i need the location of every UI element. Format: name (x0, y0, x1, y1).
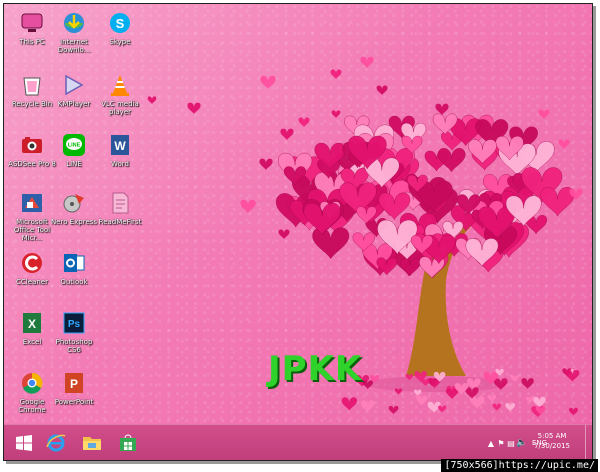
desktop-icon-line[interactable]: LINE LINE (48, 132, 100, 188)
recycle-bin-icon (19, 72, 45, 98)
word-icon: W (107, 132, 133, 158)
line-icon: LINE (61, 132, 87, 158)
volume-speaker-icon[interactable]: 🔈 (516, 438, 528, 448)
readme-icon (107, 190, 133, 216)
powerpoint-icon: P (61, 370, 87, 396)
photoshop-icon: Ps (61, 310, 87, 336)
clock[interactable]: 5:05 AM 7/30/2015 (534, 431, 570, 451)
desktop[interactable]: This PC Recycle Bin ASDSee Pro 8 Microso… (4, 4, 592, 424)
desktop-icon-vlc[interactable]: VLC media player (94, 72, 146, 128)
desktop-icon-kmplayer[interactable]: KMPlayer (48, 72, 100, 128)
excel-icon: X (19, 310, 45, 336)
icon-label: Outlook (60, 278, 88, 286)
desktop-icon-word[interactable]: W Word (94, 132, 146, 188)
show-hidden-icons-chevron-up-icon[interactable]: ▲ (486, 439, 496, 448)
kmplayer-icon (61, 72, 87, 98)
action-center-flag-icon[interactable]: ⚑ (496, 439, 506, 448)
icon-label: Photoshop CS6 (55, 338, 93, 354)
vlc-icon (107, 72, 133, 98)
desktop-icon-readme[interactable]: ReadMeFirst (94, 190, 146, 246)
office-tools-icon (19, 190, 45, 216)
svg-text:W: W (114, 139, 126, 153)
show-desktop-button[interactable] (585, 425, 592, 460)
svg-text:LINE: LINE (68, 143, 81, 149)
icon-label: VLC media player (101, 100, 139, 116)
this-pc-icon (19, 10, 45, 36)
taskbar-store[interactable] (114, 429, 142, 457)
outlook-icon (61, 250, 87, 276)
icon-label: Skype (109, 38, 131, 46)
icon-label: Internet Downlo... (57, 38, 91, 54)
desktop-icon-photoshop[interactable]: Ps Photoshop CS6 (48, 310, 100, 366)
svg-text:S: S (116, 16, 125, 31)
icon-label: PowerPoint (54, 398, 94, 406)
desktop-icon-idm[interactable]: Internet Downlo... (48, 10, 100, 66)
start-button[interactable] (10, 429, 38, 457)
network-icon[interactable]: ▤ (506, 439, 516, 448)
desktop-icon-nero[interactable]: Nero Express (48, 190, 100, 246)
svg-text:P: P (70, 377, 78, 391)
idm-icon (61, 10, 87, 36)
acdsee-icon (19, 132, 45, 158)
store-icon (120, 434, 136, 451)
desktop-icon-outlook[interactable]: Outlook (48, 250, 100, 306)
wallpaper-logo-text: JPKK (268, 349, 363, 389)
taskbar-file-explorer[interactable] (78, 429, 106, 457)
nero-icon (61, 190, 87, 216)
desktop-icon-skype[interactable]: S Skype (94, 10, 146, 66)
icon-label: KMPlayer (57, 100, 91, 108)
taskbar: ▲ ⚑ ▤ 🔈 ENG 5:05 AM 7/30/2015 (4, 424, 592, 460)
clock-date: 7/30/2015 (534, 442, 570, 450)
image-host-watermark: [750x566]https://upic.me/ (441, 459, 598, 472)
clock-time: 5:05 AM (537, 432, 567, 440)
desktop-icon-powerpoint[interactable]: P PowerPoint (48, 370, 100, 424)
taskbar-internet-explorer[interactable] (42, 429, 70, 457)
icon-label: Word (111, 160, 129, 168)
icon-label: LINE (66, 160, 82, 168)
chrome-icon (19, 370, 45, 396)
icon-label: Nero Express (50, 218, 98, 226)
start-icon (16, 435, 32, 451)
internet-explorer-icon (46, 434, 66, 452)
icon-label: ReadMeFirst (98, 218, 142, 226)
skype-icon: S (107, 10, 133, 36)
file-explorer-icon (83, 437, 101, 450)
screenshot-frame: This PC Recycle Bin ASDSee Pro 8 Microso… (3, 3, 593, 461)
ccleaner-icon (19, 250, 45, 276)
svg-text:Ps: Ps (68, 319, 81, 330)
svg-text:X: X (28, 317, 36, 331)
